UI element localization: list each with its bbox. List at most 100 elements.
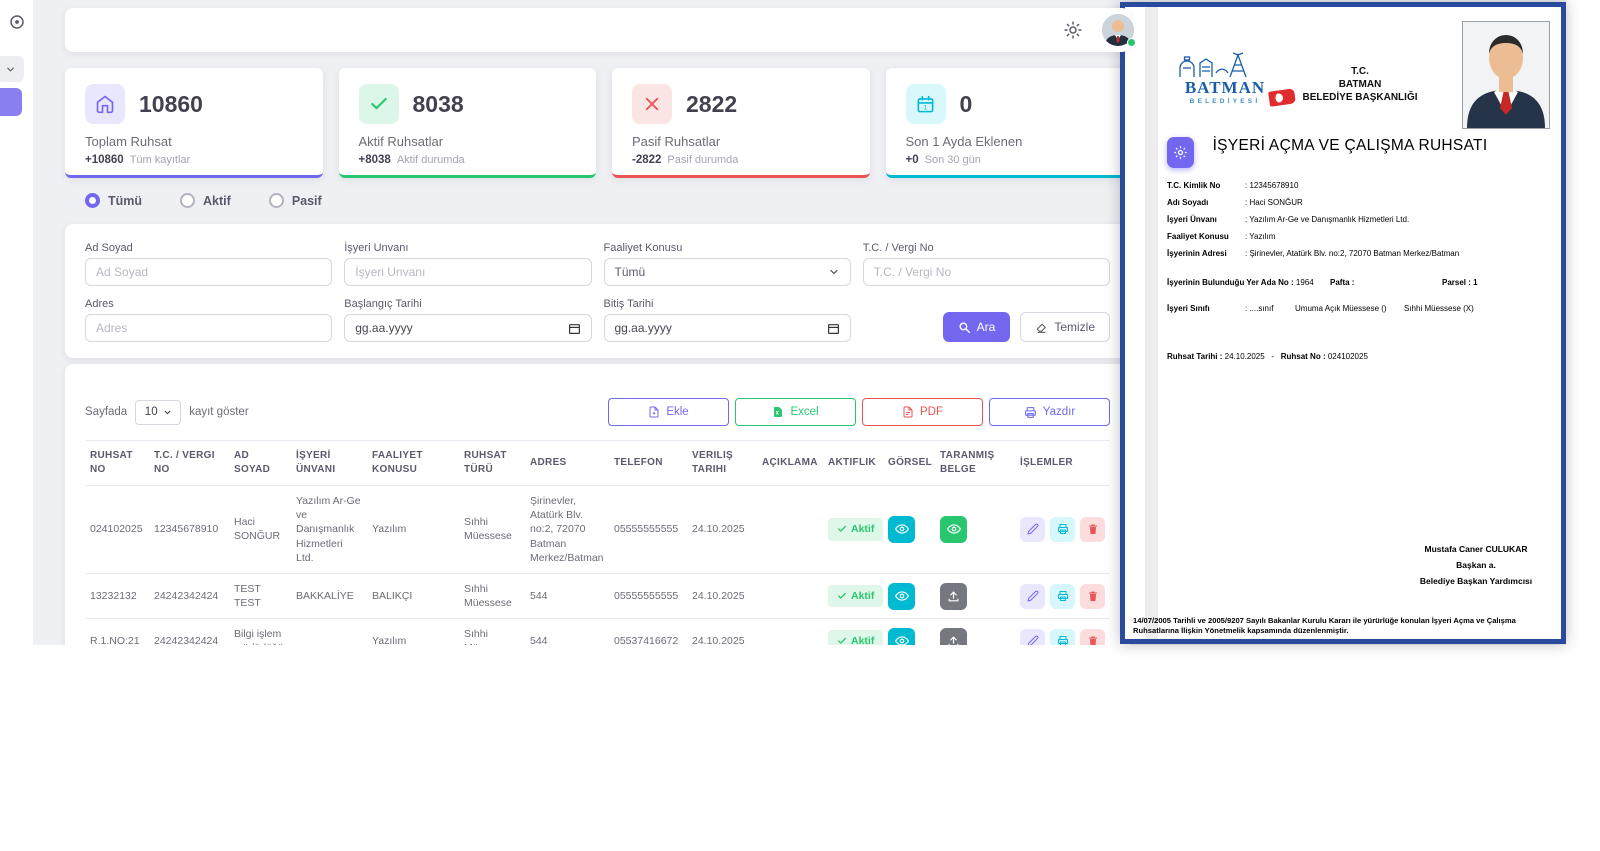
scanned-doc-button[interactable] bbox=[940, 628, 967, 645]
edit-button[interactable] bbox=[1020, 584, 1045, 609]
radio-tumu[interactable]: Tümü bbox=[85, 193, 142, 208]
stats-row: 10860 Toplam Ruhsat +10860Tüm kayıtlar 8… bbox=[65, 68, 1143, 178]
edit-button[interactable] bbox=[1020, 517, 1045, 542]
col-header: VERILIŞ TARIHI bbox=[687, 441, 757, 486]
chevron-down-icon bbox=[5, 64, 16, 75]
radio-pasif[interactable]: Pasif bbox=[269, 193, 322, 208]
print-row-button[interactable] bbox=[1050, 517, 1075, 542]
scanned-doc-button[interactable] bbox=[940, 583, 967, 610]
edit-button[interactable] bbox=[1020, 629, 1045, 645]
bitis-tarihi-input[interactable]: gg.aa.yyyy bbox=[604, 314, 851, 342]
stat-card-passive: 2822 Pasif Ruhsatlar -2822Pasif durumda bbox=[612, 68, 870, 178]
printer-icon bbox=[1024, 406, 1037, 419]
eraser-icon bbox=[1035, 321, 1048, 334]
sidebar-collapse-button[interactable] bbox=[0, 56, 24, 82]
delete-button[interactable] bbox=[1080, 584, 1105, 609]
check-icon bbox=[359, 84, 399, 124]
baslangic-tarihi-input[interactable]: gg.aa.yyyy bbox=[344, 314, 591, 342]
print-row-button[interactable] bbox=[1050, 629, 1075, 645]
table-header-row: RUHSAT NO T.C. / VERGI NO AD SOYAD İŞYER… bbox=[85, 441, 1110, 486]
check-icon bbox=[837, 524, 847, 534]
col-header: AÇIKLAMA bbox=[757, 441, 823, 486]
field-value: : 12345678910 bbox=[1245, 177, 1557, 194]
adres-input[interactable] bbox=[85, 314, 332, 342]
status-badge: Aktif bbox=[828, 585, 883, 607]
cell-telefon: 05537416672 bbox=[609, 619, 687, 645]
table-row: R.1.NO:21 24242342424 Bilgi işlem müdürl… bbox=[85, 619, 1110, 645]
stat-value: 2822 bbox=[686, 91, 737, 118]
cell-isyeri-unvani: Yazılım Ar-Ge ve Danışmanlık Hizmetleri … bbox=[291, 486, 367, 574]
add-button[interactable]: Ekle bbox=[608, 398, 729, 426]
delete-button[interactable] bbox=[1080, 517, 1105, 542]
signer-title: Belediye Başkan Yardımcısı bbox=[1391, 573, 1561, 589]
col-header: TARANMIŞ BELGE bbox=[935, 441, 1015, 486]
clear-button[interactable]: Temizle bbox=[1020, 312, 1110, 342]
home-icon bbox=[85, 84, 125, 124]
pdf-button[interactable]: PDF bbox=[862, 398, 983, 426]
col-header: ADRES bbox=[525, 441, 609, 486]
scrollbar[interactable] bbox=[1145, 7, 1158, 639]
settings-gear-button[interactable] bbox=[1167, 137, 1194, 168]
delete-button[interactable] bbox=[1080, 629, 1105, 645]
cell-aciklama bbox=[757, 619, 823, 645]
record-circle-icon[interactable] bbox=[8, 13, 26, 31]
eye-icon bbox=[895, 634, 909, 645]
status-badge: Aktif bbox=[828, 518, 883, 540]
field-label: İşyerinin Adresi bbox=[1167, 245, 1245, 262]
col-header: FAALIYET KONUSU bbox=[367, 441, 459, 486]
page-size-select[interactable]: 10 bbox=[135, 400, 181, 425]
check-icon bbox=[837, 591, 847, 601]
view-image-button[interactable] bbox=[888, 583, 915, 610]
search-button[interactable]: Ara bbox=[943, 312, 1011, 342]
cell-faaliyet-konusu: Yazılım bbox=[367, 486, 459, 574]
sidebar-active-item[interactable] bbox=[0, 88, 22, 116]
stat-note: Son 30 gün bbox=[925, 154, 981, 166]
ad-soyad-input[interactable] bbox=[85, 258, 332, 286]
gear-icon bbox=[1173, 145, 1188, 160]
col-header: GÖRSEL bbox=[883, 441, 935, 486]
print-row-button[interactable] bbox=[1050, 584, 1075, 609]
calendar-picker-icon[interactable] bbox=[827, 322, 840, 335]
cell-adres: Şirinevler, Atatürk Blv. no:2, 72070 Bat… bbox=[525, 486, 609, 574]
printer-icon bbox=[1057, 523, 1069, 535]
pencil-icon bbox=[1027, 635, 1039, 645]
field-value: : Şirinevler, Atatürk Blv. no:2, 72070 B… bbox=[1245, 245, 1557, 262]
chevron-down-icon bbox=[828, 266, 840, 278]
cell-aciklama bbox=[757, 573, 823, 618]
scanned-doc-button[interactable] bbox=[940, 516, 967, 543]
status-badge: Aktif bbox=[828, 630, 883, 645]
field-label: T.C. Kimlik No bbox=[1167, 177, 1245, 194]
table-card: Sayfada 10 kayıt göster Ekle Excel bbox=[65, 364, 1130, 645]
certificate-fields: T.C. Kimlik No: 12345678910 Adı Soyadı: … bbox=[1167, 177, 1557, 262]
col-header: TELEFON bbox=[609, 441, 687, 486]
cell-tc-vergi-no: 24242342424 bbox=[149, 619, 229, 645]
pafta-label: Pafta : bbox=[1330, 278, 1354, 287]
tc-vergi-no-input[interactable] bbox=[863, 258, 1110, 286]
view-image-button[interactable] bbox=[888, 516, 915, 543]
pencil-icon bbox=[1027, 523, 1039, 535]
field-label: T.C. / Vergi No bbox=[863, 242, 1110, 254]
top-navbar bbox=[65, 8, 1130, 52]
calendar-picker-icon[interactable] bbox=[568, 322, 581, 335]
cell-ruhsat-no: R.1.NO:21 bbox=[85, 619, 149, 645]
signature-block: Mustafa Caner CULUKAR Başkan a. Belediye… bbox=[1391, 541, 1561, 589]
stat-note: Tüm kayıtlar bbox=[130, 154, 191, 166]
license-certificate-preview: BATMAN BELEDİYESİ T.C. BATMAN BELEDİYE B… bbox=[1120, 2, 1566, 644]
page-size-prefix: Sayfada bbox=[85, 406, 127, 418]
field-label: Faaliyet Konusu bbox=[1167, 228, 1245, 245]
field-label: Bitiş Tarihi bbox=[604, 298, 851, 310]
radio-aktif[interactable]: Aktif bbox=[180, 193, 231, 208]
view-image-button[interactable] bbox=[888, 628, 915, 645]
print-button[interactable]: Yazdır bbox=[989, 398, 1110, 426]
file-plus-icon bbox=[648, 406, 660, 418]
field-value: : Yazılım Ar-Ge ve Danışmanlık Hizmetler… bbox=[1245, 211, 1557, 228]
cell-adres: 544 bbox=[525, 573, 609, 618]
filter-card: Ad Soyad İşyeri Unvanı Faaliyet Konusu T… bbox=[65, 224, 1130, 358]
isyeri-unvani-input[interactable] bbox=[344, 258, 591, 286]
certificate-class-row: İşyeri Sınıfı : ....sınıf Umuma Açık Müe… bbox=[1167, 304, 1559, 313]
faaliyet-konusu-select[interactable]: Tümü bbox=[604, 258, 851, 286]
theme-toggle-sun-icon[interactable] bbox=[1064, 21, 1082, 39]
status-filter: Tümü Aktif Pasif bbox=[85, 193, 322, 208]
excel-button[interactable]: Excel bbox=[735, 398, 856, 426]
trash-icon bbox=[1087, 590, 1099, 602]
